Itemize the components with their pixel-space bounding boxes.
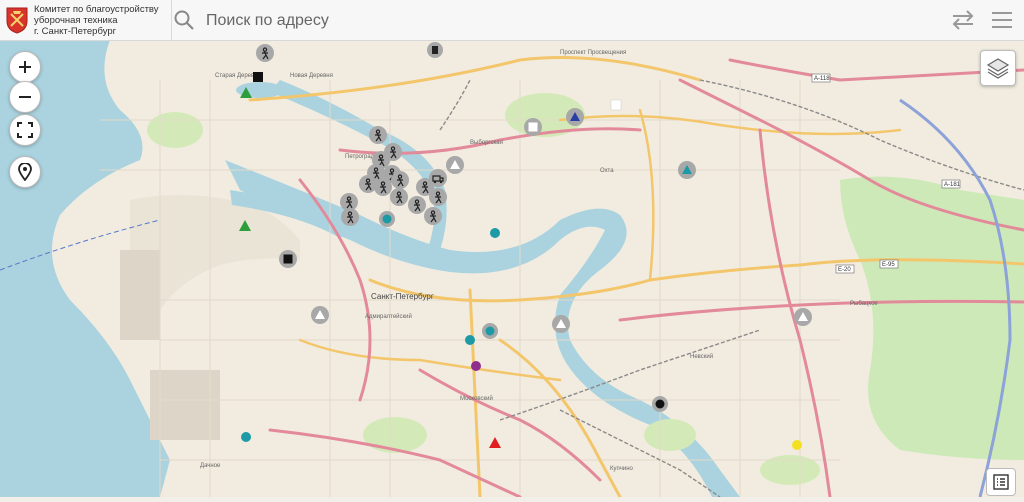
svg-text:Е-95: Е-95 [882, 262, 895, 268]
vehicle-marker-vehicle[interactable] [427, 42, 443, 58]
label-moskovsky: Московский [460, 395, 493, 402]
layers-button[interactable] [980, 50, 1016, 86]
svg-text:А-118: А-118 [814, 76, 830, 82]
vehicle-marker-blue-triangle[interactable] [566, 108, 584, 126]
vehicle-marker-white-triangle[interactable] [552, 315, 570, 333]
minus-icon [19, 96, 31, 98]
vehicle-marker-pedestrian[interactable] [256, 44, 274, 62]
search-bar [172, 0, 942, 42]
route-shield: А-181 [941, 179, 961, 189]
locate-button[interactable] [9, 156, 41, 188]
org-line-1: Комитет по благоустройству [34, 4, 159, 15]
vehicle-marker-teal-circle[interactable] [482, 323, 498, 339]
vehicle-marker-yellow-circle[interactable] [792, 440, 802, 450]
vehicle-marker-teal-circle[interactable] [379, 211, 395, 227]
map-view[interactable]: Санкт-Петербург Старая Деревня Новая Дер… [0, 40, 1024, 499]
vehicle-marker-black-square[interactable] [253, 72, 263, 82]
vehicle-marker-white-triangle[interactable] [794, 308, 812, 326]
legend-button[interactable] [986, 468, 1016, 496]
label-city: Санкт-Петербург [371, 292, 434, 301]
svg-text:А-181: А-181 [944, 182, 961, 188]
label-dachnoye: Дачное [200, 463, 221, 469]
vehicle-marker-pedestrian[interactable] [408, 196, 426, 214]
org-name: Комитет по благоустройству уборочная тех… [34, 4, 159, 37]
vehicle-marker-pedestrian[interactable] [424, 207, 442, 225]
zoom-out-button[interactable] [9, 81, 41, 113]
route-shield: А-118 [811, 73, 831, 83]
vehicle-marker-teal-circle[interactable] [241, 432, 251, 442]
vehicle-marker-black-circle[interactable] [652, 396, 668, 412]
swap-icon[interactable] [950, 8, 976, 32]
label-novaya-derevnya: Новая Деревня [290, 73, 333, 79]
vehicle-marker-teal-triangle[interactable] [678, 161, 696, 179]
label-admiralteysky: Адмиралтейский [365, 313, 412, 320]
vehicle-marker-pedestrian[interactable] [341, 208, 359, 226]
vehicle-marker-black-square[interactable] [279, 250, 297, 268]
location-pin-icon [18, 163, 32, 181]
svg-text:Е-20: Е-20 [838, 267, 851, 273]
search-input[interactable] [204, 0, 928, 42]
plus-icon [19, 61, 31, 73]
label-rybatskoye: Рыбацкое [850, 301, 878, 307]
label-prospekt: Проспект Просвещения [560, 50, 626, 56]
map-canvas[interactable]: Санкт-Петербург Старая Деревня Новая Дер… [0, 40, 1024, 499]
fullscreen-icon [17, 122, 33, 138]
vehicle-marker-pedestrian[interactable] [374, 178, 392, 196]
layers-icon [986, 58, 1010, 79]
vehicle-marker-pedestrian[interactable] [429, 188, 447, 206]
org-line-3: г. Санкт-Петербург [34, 26, 117, 37]
menu-icon[interactable] [990, 8, 1014, 32]
org-line-2: уборочная техника [34, 15, 118, 26]
vehicle-marker-teal-circle[interactable] [490, 228, 500, 238]
legend-list-icon [993, 474, 1009, 490]
fullscreen-button[interactable] [9, 114, 41, 146]
vehicle-marker-pedestrian[interactable] [369, 126, 387, 144]
vehicle-marker-white-triangle[interactable] [446, 156, 464, 174]
label-vyborgskaya: Выборгская [470, 140, 503, 146]
coat-of-arms-icon [6, 7, 28, 34]
label-kupchino: Купчино [610, 466, 634, 472]
vehicle-marker-truck[interactable] [429, 169, 447, 187]
label-okhta: Охта [600, 168, 614, 174]
vehicle-marker-teal-circle[interactable] [465, 335, 475, 345]
vehicle-marker-purple-circle[interactable] [471, 361, 481, 371]
zoom-in-button[interactable] [9, 51, 41, 83]
label-nevsky: Невский [690, 353, 713, 360]
search-icon[interactable] [172, 8, 196, 32]
vehicle-marker-white-square[interactable] [610, 99, 622, 111]
route-shield: Е-95 [879, 259, 899, 269]
vehicle-marker-pedestrian[interactable] [390, 188, 408, 206]
logo-block[interactable]: Комитет по благоустройству уборочная тех… [0, 0, 172, 40]
vehicle-marker-white-triangle[interactable] [311, 306, 329, 324]
vehicle-marker-pedestrian[interactable] [359, 175, 377, 193]
vehicle-marker-white-square[interactable] [524, 118, 542, 136]
top-bar: Комитет по благоустройству уборочная тех… [0, 0, 1024, 42]
route-shield: Е-20 [835, 264, 855, 274]
vehicle-marker-pedestrian[interactable] [391, 171, 409, 189]
